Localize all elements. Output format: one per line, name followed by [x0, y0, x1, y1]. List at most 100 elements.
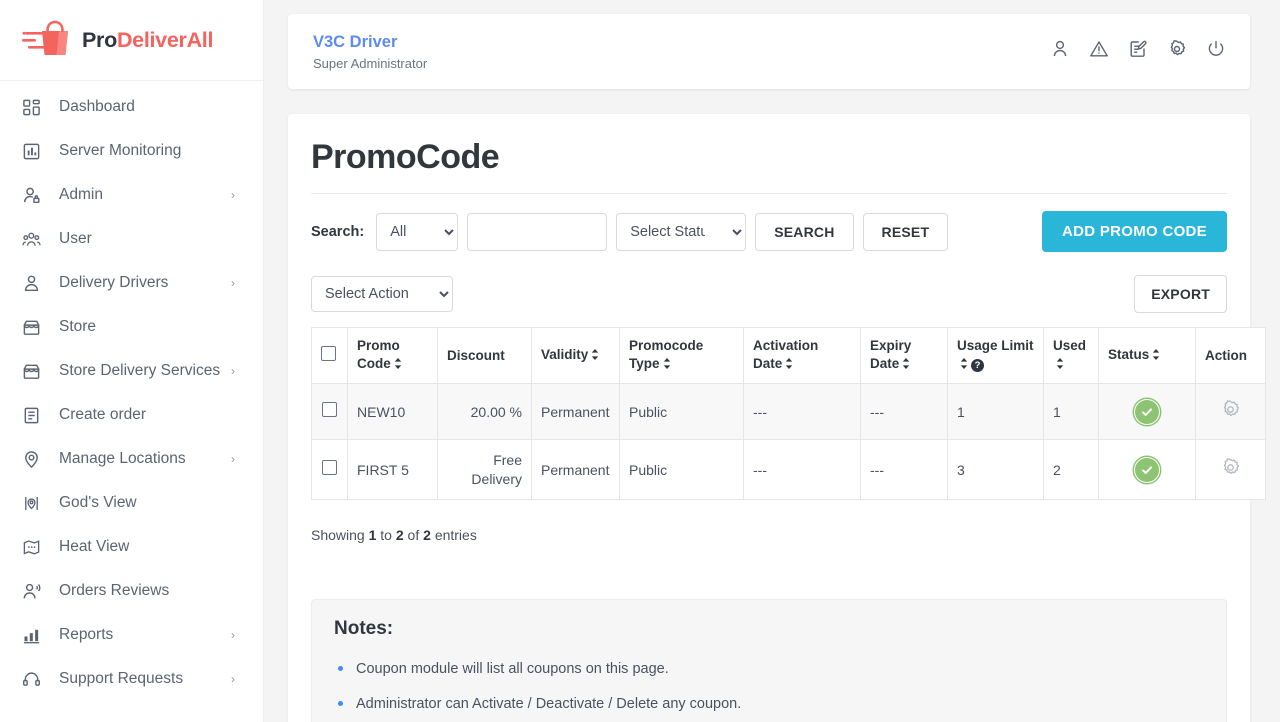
th-validity[interactable]: Validity	[531, 326, 620, 385]
showing-of: of	[407, 526, 420, 543]
th-promo-code[interactable]: Promo Code	[347, 326, 438, 385]
chevron-right-icon: ›	[231, 364, 235, 378]
sidebar-item-label: Dashboard	[59, 97, 135, 115]
th-label: Used	[1053, 338, 1087, 353]
row-checkbox[interactable]	[322, 460, 337, 476]
main-content: V3C Driver Super Administrator PromoCode…	[264, 0, 1280, 722]
cell-used: 2	[1043, 439, 1099, 500]
app-root: ProDeliverAll Dashboard Server Monitorin…	[0, 0, 1280, 722]
search-button[interactable]: SEARCH	[755, 212, 854, 251]
headset-icon	[22, 670, 48, 689]
sidebar-item-label: Delivery Drivers	[59, 273, 169, 291]
add-promo-code-button[interactable]: ADD PROMO CODE	[1041, 211, 1227, 252]
cell-usage-limit: 3	[947, 439, 1044, 500]
brand-name: ProDeliverAll	[82, 28, 213, 53]
sort-icon[interactable]	[902, 356, 910, 374]
table-row[interactable]: FIRST 5 Free Delivery Permanent Public -…	[311, 439, 1266, 500]
sidebar-item-manage-locations[interactable]: Manage Locations ›	[0, 437, 263, 481]
settings-gear-icon[interactable]	[1167, 39, 1187, 64]
sidebar-item-store[interactable]: Store	[0, 305, 263, 349]
row-checkbox[interactable]	[322, 402, 337, 418]
cell-discount: 20.00 %	[437, 383, 532, 441]
th-activation-date[interactable]: Activation Date	[743, 326, 861, 385]
sort-icon[interactable]	[663, 356, 671, 374]
cell-promocode-type: Public	[619, 439, 744, 500]
power-off-icon[interactable]	[1206, 39, 1226, 64]
warning-triangle-icon[interactable]	[1089, 39, 1109, 64]
sidebar-item-gods-view[interactable]: God's View	[0, 481, 263, 525]
help-question-icon[interactable]: ?	[971, 359, 984, 373]
delivery-bag-icon	[22, 19, 80, 61]
sort-icon[interactable]	[1056, 356, 1064, 374]
status-select[interactable]: Select Status	[616, 212, 747, 251]
sidebar-item-label: Heat View	[59, 537, 130, 555]
sort-icon[interactable]	[1152, 347, 1160, 365]
gear-icon[interactable]	[1220, 457, 1241, 482]
brand-logo[interactable]: ProDeliverAll	[0, 0, 263, 81]
export-button[interactable]: EXPORT	[1134, 275, 1227, 313]
th-label: Status	[1108, 347, 1150, 363]
th-label: Validity	[541, 347, 589, 363]
edit-document-icon[interactable]	[1128, 39, 1148, 64]
user-profile-icon[interactable]	[1050, 39, 1070, 64]
check-circle-icon[interactable]	[1134, 456, 1160, 483]
bulk-action-bar: Select Action EXPORT	[311, 275, 1227, 313]
cell-usage-limit: 1	[947, 383, 1044, 441]
th-label: Discount	[447, 347, 505, 363]
th-used[interactable]: Used	[1043, 326, 1099, 385]
table-header: Promo Code Discount Validity Promocode T…	[311, 326, 1266, 385]
cell-select	[311, 383, 348, 441]
th-promocode-type[interactable]: Promocode Type	[619, 326, 744, 385]
sidebar-item-orders-reviews[interactable]: Orders Reviews	[0, 569, 263, 613]
sidebar-item-user[interactable]: User	[0, 217, 263, 261]
sidebar-item-support-requests[interactable]: Support Requests ›	[0, 657, 263, 701]
showing-mid: to	[380, 526, 392, 543]
sort-icon[interactable]	[394, 356, 402, 374]
cell-status	[1098, 383, 1196, 441]
topbar-user-info: V3C Driver Super Administrator	[313, 32, 1050, 71]
page-title: PromoCode	[311, 138, 1227, 194]
topbar-title[interactable]: V3C Driver	[313, 32, 1050, 53]
sidebar-item-dashboard[interactable]: Dashboard	[0, 85, 263, 129]
sidebar-item-label: God's View	[59, 493, 137, 511]
sidebar-item-label: Store	[59, 317, 97, 335]
showing-from: 1	[368, 526, 377, 543]
brand-name-part1: Pro	[82, 27, 117, 52]
table-row[interactable]: NEW10 20.00 % Permanent Public --- --- 1…	[311, 383, 1266, 441]
th-expiry-date[interactable]: Expiry Date	[860, 326, 948, 385]
reset-button[interactable]: RESET	[862, 212, 949, 251]
search-field-select[interactable]: All	[376, 212, 459, 251]
cell-status	[1098, 439, 1196, 500]
sidebar-item-delivery-drivers[interactable]: Delivery Drivers ›	[0, 261, 263, 305]
bulk-action-select[interactable]: Select Action	[311, 276, 453, 312]
sidebar-nav: Dashboard Server Monitoring Admin › User…	[0, 81, 263, 701]
select-all-checkbox[interactable]	[321, 345, 336, 361]
sidebar-item-create-order[interactable]: Create order	[0, 393, 263, 437]
sidebar-item-server-monitoring[interactable]: Server Monitoring	[0, 129, 263, 173]
chevron-right-icon: ›	[231, 188, 235, 202]
list-item: Coupon module will list all coupons on t…	[334, 652, 1204, 687]
check-circle-icon[interactable]	[1134, 398, 1160, 425]
sort-icon[interactable]	[591, 347, 599, 365]
heat-map-icon	[22, 538, 48, 557]
chart-bar-icon	[22, 142, 48, 161]
th-status[interactable]: Status	[1098, 326, 1196, 385]
promocode-card: PromoCode Search: All Select Status SEAR…	[288, 114, 1266, 722]
sidebar: ProDeliverAll Dashboard Server Monitorin…	[0, 0, 264, 722]
th-usage-limit[interactable]: Usage Limit?	[947, 326, 1044, 385]
search-input[interactable]	[467, 212, 608, 251]
sidebar-item-admin[interactable]: Admin ›	[0, 173, 263, 217]
sidebar-item-label: Create order	[59, 405, 147, 423]
chevron-right-icon: ›	[231, 628, 235, 642]
sidebar-item-store-delivery-services[interactable]: Store Delivery Services ›	[0, 349, 263, 393]
filter-bar: Search: All Select Status SEARCH RESET A…	[311, 211, 1227, 252]
sidebar-item-label: Orders Reviews	[59, 581, 170, 599]
sort-icon[interactable]	[960, 356, 968, 374]
sidebar-item-reports[interactable]: Reports ›	[0, 613, 263, 657]
gear-icon[interactable]	[1220, 399, 1241, 424]
sidebar-item-label: Admin	[59, 185, 103, 203]
bar-chart-icon	[22, 626, 48, 645]
sort-icon[interactable]	[785, 356, 793, 374]
showing-to: 2	[395, 526, 404, 543]
sidebar-item-heat-view[interactable]: Heat View	[0, 525, 263, 569]
